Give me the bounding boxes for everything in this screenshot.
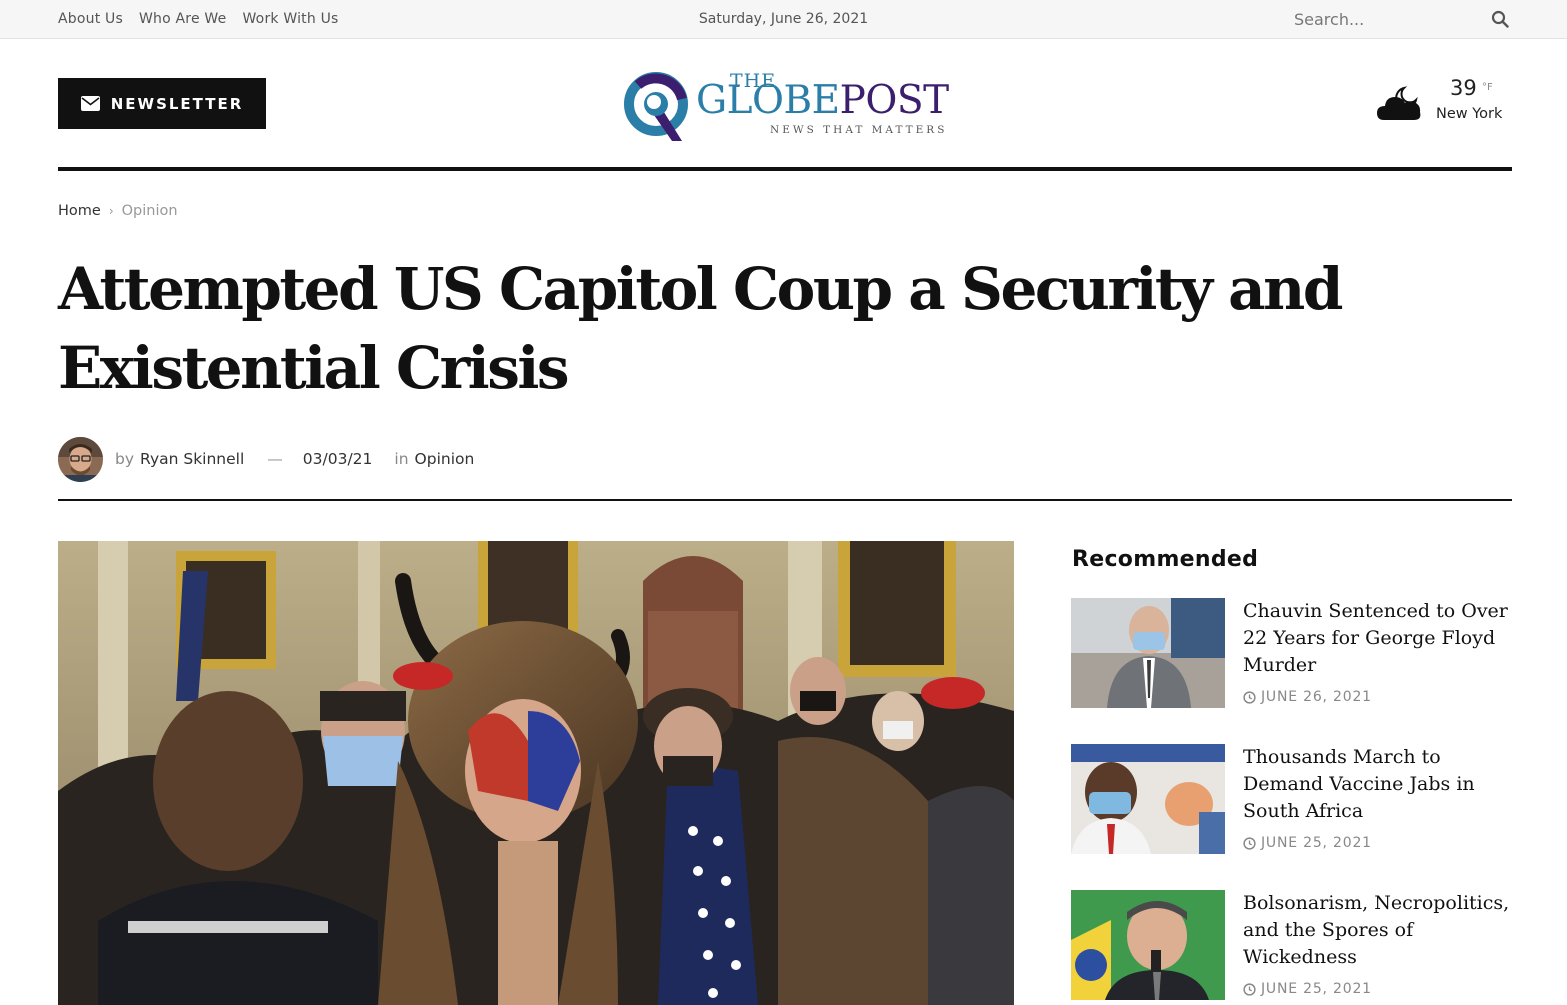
recommended-item[interactable]: Thousands March to Demand Vaccine Jabs i… [1071, 744, 1516, 856]
nav-link-who-are-we[interactable]: Who Are We [139, 11, 226, 27]
logo-post: POST [839, 78, 949, 123]
category-label: in [394, 450, 409, 468]
category-link[interactable]: Opinion [415, 450, 475, 468]
meta-separator: — [267, 450, 283, 468]
recommended-title: Recommended [1072, 547, 1259, 572]
author-avatar[interactable] [58, 436, 103, 482]
breadcrumb: Home › Opinion [58, 203, 178, 219]
recommended-thumbnail[interactable] [1071, 744, 1225, 854]
cloud-moon-icon [1377, 86, 1421, 120]
article-title: Attempted US Capitol Coup a Security and… [58, 255, 1343, 402]
breadcrumb-current[interactable]: Opinion [122, 203, 178, 219]
recommended-date-text: JUNE 26, 2021 [1261, 689, 1372, 705]
weather-temperature: 39 [1450, 76, 1477, 100]
clock-icon [1243, 836, 1256, 850]
recommended-date-text: JUNE 25, 2021 [1261, 835, 1372, 851]
weather-unit: °F [1482, 82, 1493, 93]
clock-icon [1243, 982, 1256, 996]
recommended-headline[interactable]: Chauvin Sentenced to Over 22 Years for G… [1243, 598, 1513, 679]
site-logo[interactable]: THE GLOBEPOST NEWS THAT MATTERS [624, 68, 949, 146]
recommended-date: JUNE 25, 2021 [1243, 835, 1372, 851]
recommended-headline[interactable]: Bolsonarism, Necropolitics, and the Spor… [1243, 890, 1513, 971]
recommended-date: JUNE 26, 2021 [1243, 689, 1372, 705]
recommended-item[interactable]: Bolsonarism, Necropolitics, and the Spor… [1071, 890, 1516, 1002]
featured-image[interactable] [58, 541, 1014, 1005]
envelope-icon [80, 96, 100, 111]
logo-wordmark: GLOBEPOST [696, 78, 949, 123]
recommended-date-text: JUNE 25, 2021 [1261, 981, 1372, 997]
logo-globe: GLOBE [696, 78, 840, 123]
weather-city: New York [1436, 106, 1503, 122]
top-bar: About Us Who Are We Work With Us Saturda… [0, 0, 1567, 39]
meta-divider [58, 499, 1512, 501]
recommended-item[interactable]: Chauvin Sentenced to Over 22 Years for G… [1071, 598, 1516, 710]
article-meta: by Ryan Skinnell — 03/03/21 in Opinion [58, 436, 474, 482]
logo-mark-icon [624, 72, 688, 141]
recommended-thumbnail[interactable] [1071, 598, 1225, 708]
nav-link-about-us[interactable]: About Us [58, 11, 123, 27]
breadcrumb-home[interactable]: Home [58, 203, 101, 219]
top-nav: About Us Who Are We Work With Us [58, 0, 339, 38]
weather-widget: 39 °F New York [1376, 74, 1516, 130]
search-box [1294, 5, 1514, 33]
newsletter-button[interactable]: NEWSLETTER [58, 78, 266, 129]
logo-tagline: NEWS THAT MATTERS [770, 124, 948, 136]
article-date: 03/03/21 [302, 450, 373, 468]
clock-icon [1243, 690, 1256, 704]
byline-label: by [115, 450, 135, 468]
search-icon[interactable] [1491, 10, 1509, 28]
recommended-headline[interactable]: Thousands March to Demand Vaccine Jabs i… [1243, 744, 1513, 825]
nav-link-work-with-us[interactable]: Work With Us [242, 11, 338, 27]
header-divider [58, 167, 1512, 171]
search-input[interactable] [1294, 9, 1474, 29]
recommended-date: JUNE 25, 2021 [1243, 981, 1372, 997]
chevron-right-icon: › [108, 204, 114, 218]
newsletter-label: NEWSLETTER [110, 94, 244, 113]
author-link[interactable]: Ryan Skinnell [140, 450, 244, 468]
recommended-thumbnail[interactable] [1071, 890, 1225, 1000]
